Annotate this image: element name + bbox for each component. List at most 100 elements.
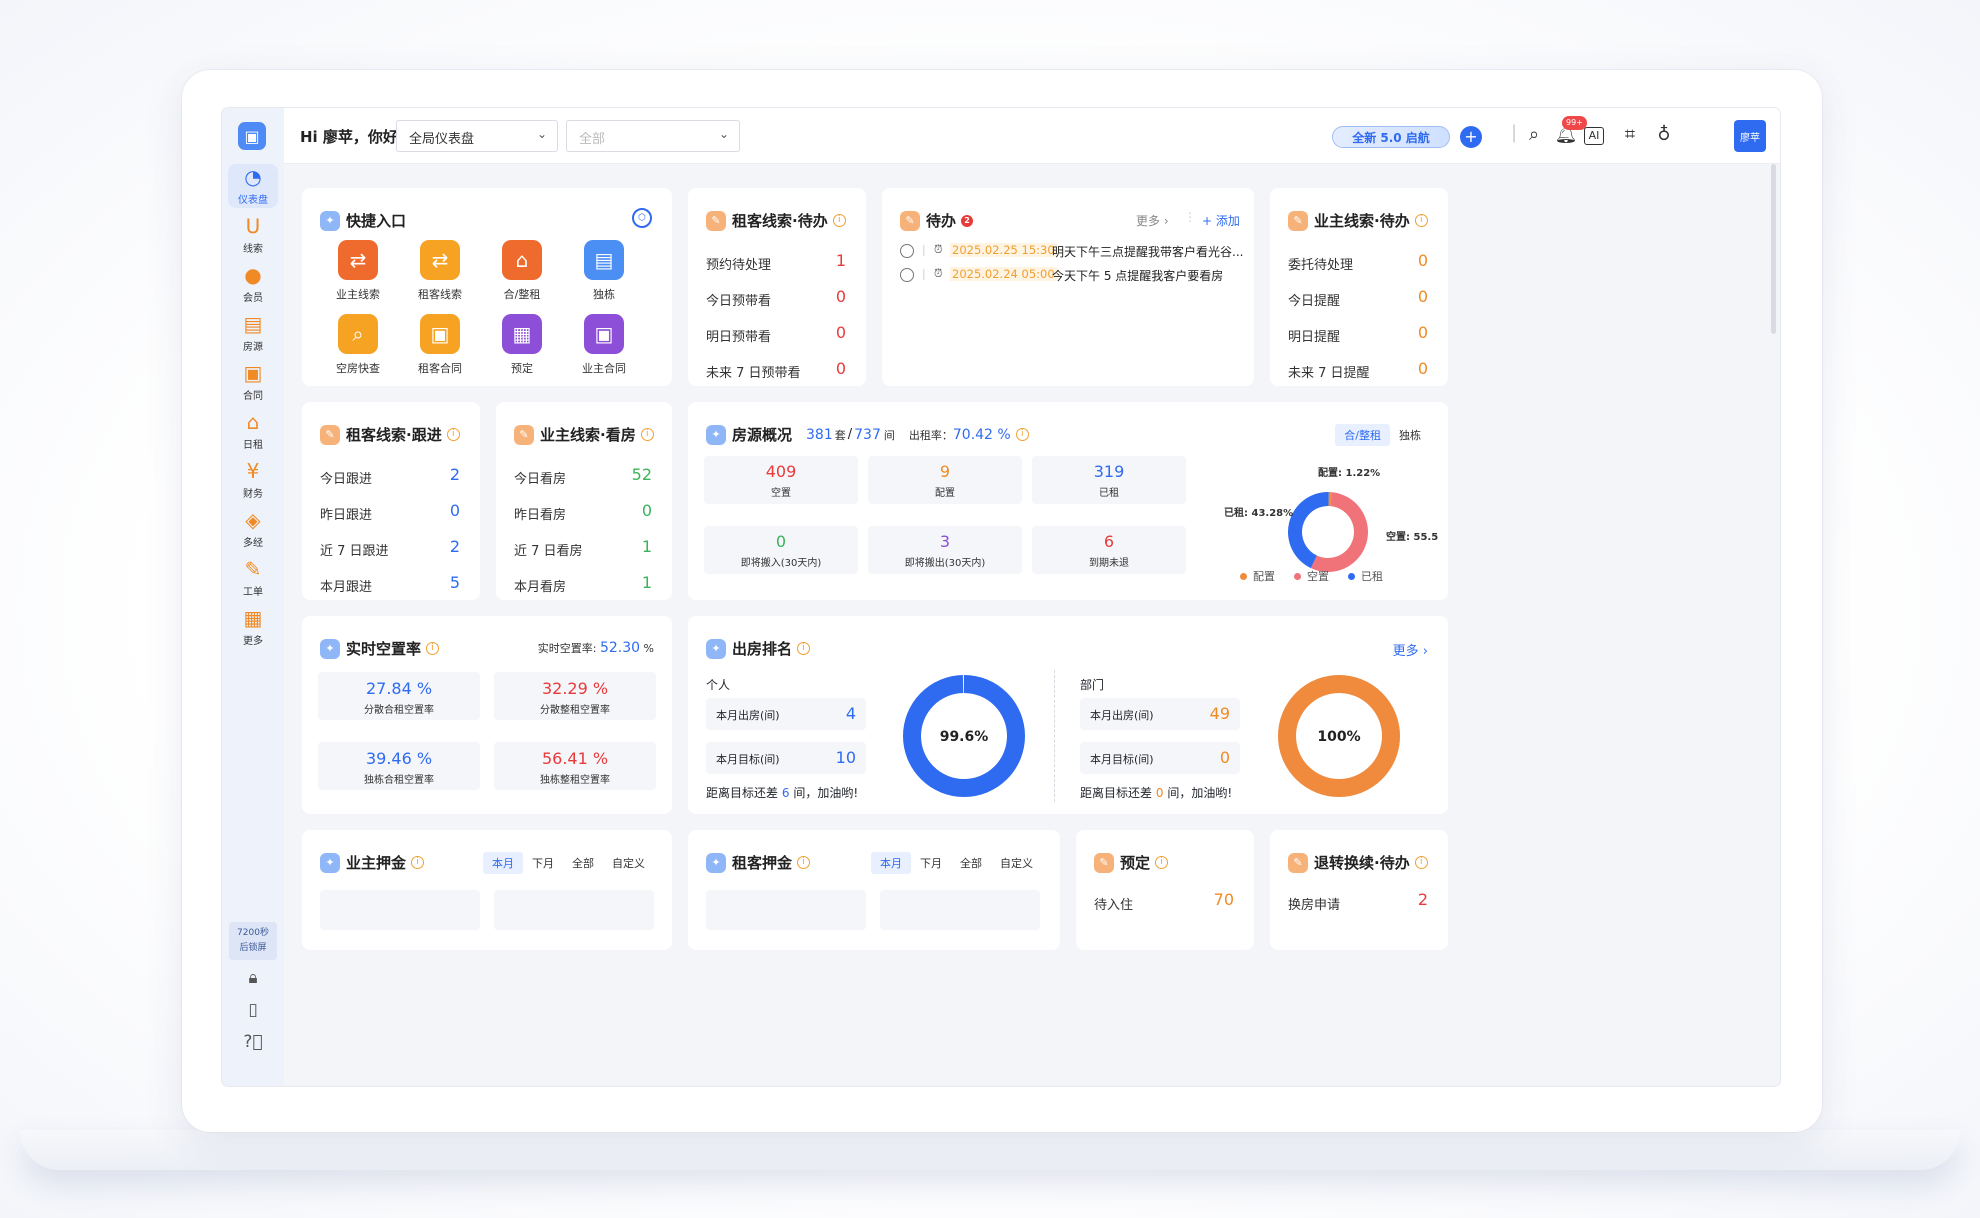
- settings-gear-icon[interactable]: ⬡: [632, 208, 652, 228]
- ai-icon[interactable]: AI: [1584, 127, 1604, 145]
- app-screen: ▣ ◔ 仪表盘 ᑌ 线索 ● 会员 ▤ 房源 ▣ 合同 ⌂ 日租 ¥ 财务 ◈ 多经 ✎ 工单 ▦ 更多 7200秒后…: [222, 108, 1780, 1086]
- quick-entry-icon: ▤: [584, 240, 624, 280]
- stat-row-value: 0: [1417, 359, 1428, 378]
- tab-3[interactable]: 自定义: [991, 852, 1042, 874]
- overview-stat-box[interactable]: 0 即将搬入(30天内): [704, 526, 858, 574]
- quick-entry-item[interactable]: ▣ 业主合同: [568, 314, 640, 376]
- vacancy-stat-box[interactable]: 56.41 % 独栋整租空置率: [494, 742, 656, 790]
- overview-stat-box[interactable]: 319 已租: [1032, 456, 1186, 504]
- vacancy-stat-box[interactable]: 39.46 % 独栋合租空置率: [318, 742, 480, 790]
- tab-3[interactable]: 自定义: [603, 852, 654, 874]
- sidebar-item-7[interactable]: ◈ 多经: [222, 507, 284, 551]
- sidebar-item-9[interactable]: ▦ 更多: [222, 605, 284, 649]
- ranking-more-link[interactable]: 更多 ›: [1393, 640, 1428, 659]
- info-icon[interactable]: i: [797, 856, 811, 869]
- promo-badge[interactable]: 全新 5.0 启航: [1332, 126, 1450, 148]
- info-icon[interactable]: i: [797, 642, 811, 655]
- sidebar-item-0[interactable]: ◔ 仪表盘: [228, 164, 278, 208]
- overview-stat-box[interactable]: 409 空置: [704, 456, 858, 504]
- tab-shared-whole[interactable]: 合/整租: [1335, 424, 1390, 446]
- quick-entry-item[interactable]: ▤ 独栋: [568, 240, 640, 302]
- stat-row-label[interactable]: 今日提醒: [1288, 290, 1340, 309]
- overview-stat-box[interactable]: 6 到期未退: [1032, 526, 1186, 574]
- sidebar-item-6[interactable]: ¥ 财务: [222, 458, 284, 502]
- tab-2[interactable]: 全部: [951, 852, 991, 874]
- lock-icon[interactable]: 🔒︎: [241, 968, 265, 992]
- transfer-row-label[interactable]: 换房申请: [1288, 894, 1340, 913]
- dashboard-select[interactable]: 全局仪表盘 ⌄: [396, 120, 558, 152]
- sidebar-item-2[interactable]: ● 会员: [222, 262, 284, 306]
- todo-add-button[interactable]: + 添加: [1202, 212, 1240, 229]
- info-icon[interactable]: i: [426, 642, 440, 655]
- avatar[interactable]: 廖苹: [1734, 120, 1766, 152]
- vacancy-stat-box[interactable]: 32.29 % 分散整租空置率: [494, 672, 656, 720]
- sidebar-item-1[interactable]: ᑌ 线索: [222, 213, 284, 257]
- search-icon[interactable]: ⌕: [1522, 124, 1546, 145]
- todo-checkbox[interactable]: [900, 244, 914, 258]
- info-icon[interactable]: i: [446, 428, 460, 441]
- tab-2[interactable]: 全部: [563, 852, 603, 874]
- money-bag-icon[interactable]: ♁: [1652, 124, 1676, 145]
- sidebar-item-5[interactable]: ⌂ 日租: [222, 409, 284, 453]
- info-icon[interactable]: i: [1414, 856, 1428, 869]
- stat-row-label[interactable]: 明日预带看: [706, 326, 771, 345]
- quick-entry-item[interactable]: ▦ 预定: [486, 314, 558, 376]
- stat-row-label[interactable]: 今日预带看: [706, 290, 771, 309]
- lock-timer[interactable]: 7200秒 后锁屏: [229, 922, 277, 960]
- stat-row-label[interactable]: 近 7 日看房: [514, 540, 583, 559]
- overview-stat-box[interactable]: 9 配置: [868, 456, 1022, 504]
- overview-stat-box[interactable]: 3 即将搬出(30天内): [868, 526, 1022, 574]
- info-icon[interactable]: i: [1155, 856, 1169, 869]
- todo-checkbox[interactable]: [900, 268, 914, 282]
- add-button[interactable]: +: [1460, 126, 1482, 148]
- scope-select[interactable]: 全部 ⌄: [566, 120, 740, 152]
- tab-0[interactable]: 本月: [483, 852, 523, 874]
- sidebar-item-3[interactable]: ▤ 房源: [222, 311, 284, 355]
- scrollbar[interactable]: [1771, 164, 1776, 334]
- todo-icon: ✎: [900, 210, 920, 231]
- info-icon[interactable]: i: [832, 214, 846, 227]
- tab-building[interactable]: 独栋: [1390, 424, 1430, 446]
- vacancy-stat-box[interactable]: 27.84 % 分散合租空置率: [318, 672, 480, 720]
- stat-row-label[interactable]: 本月看房: [514, 576, 566, 595]
- stat-row-label[interactable]: 预约待处理: [706, 254, 771, 273]
- legend-label: 空置: [1307, 570, 1329, 583]
- todo-text[interactable]: 今天下午 5 点提醒我客户要看房: [1052, 267, 1223, 284]
- mobile-icon[interactable]: ▯: [241, 1000, 265, 1024]
- stat-row-label[interactable]: 委托待处理: [1288, 254, 1353, 273]
- todo-more-link[interactable]: 更多 ›: [1136, 212, 1169, 229]
- stat-row-label[interactable]: 明日提醒: [1288, 326, 1340, 345]
- quick-entry-item[interactable]: ▣ 租客合同: [404, 314, 476, 376]
- quick-entry-item[interactable]: ⌂ 合/整租: [486, 240, 558, 302]
- tab-1[interactable]: 下月: [523, 852, 563, 874]
- todo-text[interactable]: 明天下午三点提醒我带客户看光谷...: [1052, 243, 1243, 260]
- stat-row-label[interactable]: 今日跟进: [320, 468, 372, 487]
- pie-slice-已租[interactable]: [1288, 492, 1329, 569]
- tab-1[interactable]: 下月: [911, 852, 951, 874]
- quick-entry-item[interactable]: ⌕ 空房快查: [322, 314, 394, 376]
- info-icon[interactable]: i: [411, 856, 425, 869]
- sidebar-item-8[interactable]: ✎ 工单: [222, 556, 284, 600]
- tab-0[interactable]: 本月: [871, 852, 911, 874]
- help-icon[interactable]: ?⃝: [241, 1032, 265, 1056]
- info-icon[interactable]: i: [1015, 428, 1029, 441]
- reserve-row-label[interactable]: 待入住: [1094, 894, 1133, 913]
- info-icon[interactable]: i: [1414, 214, 1428, 227]
- stat-row-label[interactable]: 未来 7 日提醒: [1288, 362, 1370, 381]
- sidebar-item-4[interactable]: ▣ 合同: [222, 360, 284, 404]
- stat-row-label[interactable]: 本月跟进: [320, 576, 372, 595]
- stat-row-label[interactable]: 未来 7 日预带看: [706, 362, 801, 381]
- stat-row-label[interactable]: 昨日跟进: [320, 504, 372, 523]
- scan-icon[interactable]: ⌗: [1618, 124, 1642, 145]
- stat-row-label[interactable]: 昨日看房: [514, 504, 566, 523]
- overview-icon: ✦: [706, 424, 726, 445]
- info-icon[interactable]: i: [640, 428, 654, 441]
- legend-item[interactable]: 空置: [1294, 568, 1329, 584]
- app-logo-icon[interactable]: ▣: [238, 122, 266, 150]
- quick-entry-item[interactable]: ⇄ 租客线索: [404, 240, 476, 302]
- legend-item[interactable]: 配置: [1240, 568, 1275, 584]
- quick-entry-item[interactable]: ⇄ 业主线索: [322, 240, 394, 302]
- stat-row-label[interactable]: 今日看房: [514, 468, 566, 487]
- stat-row-label[interactable]: 近 7 日跟进: [320, 540, 389, 559]
- legend-item[interactable]: 已租: [1348, 568, 1383, 584]
